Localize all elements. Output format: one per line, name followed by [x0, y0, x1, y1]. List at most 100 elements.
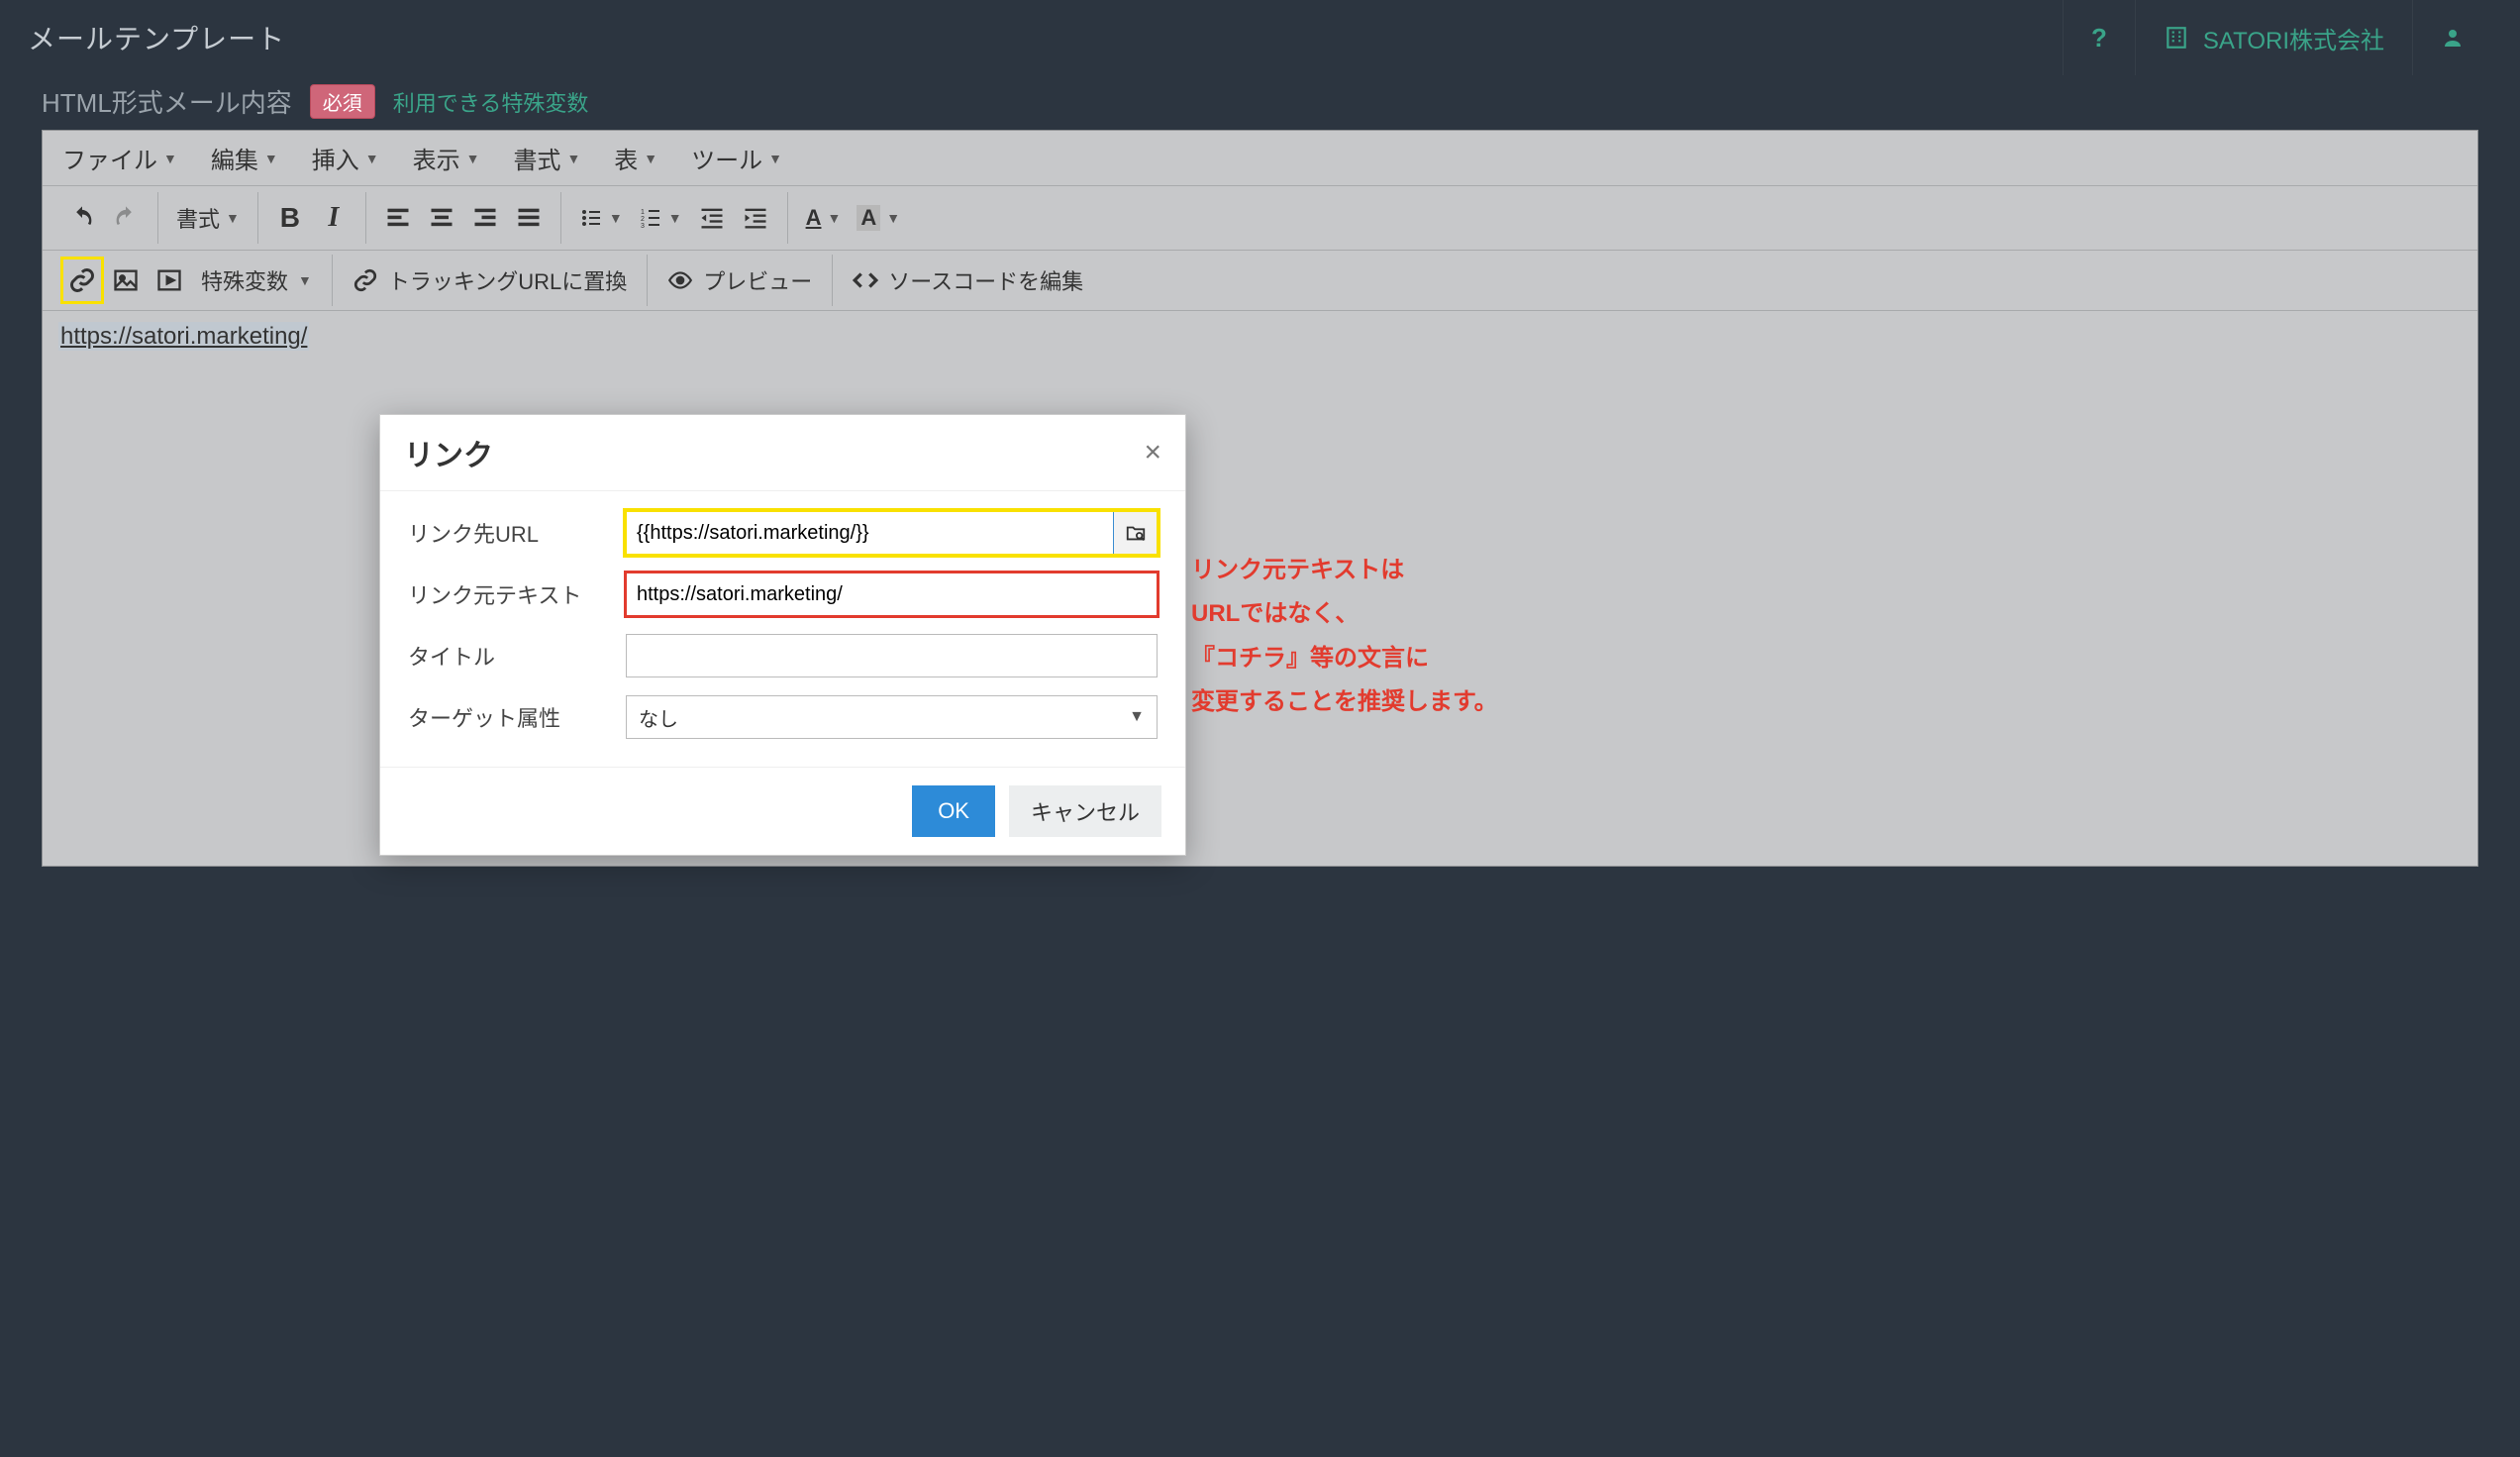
ok-button[interactable]: OK [912, 785, 995, 837]
format-dropdown[interactable]: 書式▼ [168, 196, 248, 240]
text-color-icon: A [806, 205, 822, 231]
title-label: タイトル [408, 640, 626, 672]
align-right-icon [471, 204, 499, 232]
chevron-down-icon: ▼ [1129, 708, 1145, 726]
browse-icon [1125, 522, 1147, 544]
chevron-down-icon: ▼ [644, 151, 657, 166]
menu-table[interactable]: 表▼ [614, 141, 657, 175]
bold-button[interactable]: B [268, 196, 312, 240]
help-button[interactable]: ? [2063, 0, 2135, 75]
insert-media-button[interactable] [148, 257, 191, 304]
indent-button[interactable] [734, 196, 777, 240]
format-dropdown-label: 書式 [176, 202, 220, 234]
link-icon [68, 266, 96, 294]
image-icon [112, 266, 140, 294]
chevron-down-icon: ▼ [264, 151, 278, 166]
editor-toolbar-2: 特殊変数▼ トラッキングURLに置換 プレビュー ソースコードを編集 [43, 251, 2477, 311]
title-input[interactable] [626, 634, 1158, 677]
cancel-button[interactable]: キャンセル [1009, 785, 1161, 837]
media-icon [155, 266, 183, 294]
page-title: メールテンプレート [28, 18, 2063, 57]
menu-insert-label: 挿入 [312, 141, 359, 175]
menu-insert[interactable]: 挿入 ▼ [312, 141, 379, 175]
number-list-button[interactable]: 123▼ [631, 196, 690, 240]
chevron-down-icon: ▼ [609, 210, 623, 226]
chevron-down-icon: ▼ [466, 151, 480, 166]
url-control [626, 511, 1158, 555]
align-left-icon [384, 204, 412, 232]
target-control: なし ▼ [626, 695, 1158, 739]
link-dialog: リンク × リンク先URL リンク元テキスト タイトル [379, 414, 1186, 856]
target-select[interactable]: なし ▼ [626, 695, 1158, 739]
source-code-button[interactable]: ソースコードを編集 [843, 257, 1093, 304]
chevron-down-icon: ▼ [566, 151, 580, 166]
bold-icon: B [280, 202, 300, 234]
text-input[interactable] [626, 572, 1158, 616]
preview-label: プレビュー [703, 264, 812, 296]
html-editor: ファイル▼ 編集▼ 挿入▼ 表示▼ 書式▼ 表▼ ツール▼ 書式▼ B I ▼ … [42, 130, 2478, 867]
annotation-line: リンク元テキストは [1191, 549, 1498, 592]
special-vars-dropdown[interactable]: 特殊変数▼ [191, 257, 322, 304]
menu-file-label: ファイル [62, 141, 157, 175]
outdent-icon [698, 204, 726, 232]
bullet-list-button[interactable]: ▼ [571, 196, 631, 240]
special-vars-link[interactable]: 利用できる特殊変数 [393, 86, 589, 118]
source-code-label: ソースコードを編集 [888, 264, 1083, 296]
text-color-button[interactable]: A ▼ [798, 196, 850, 240]
italic-button[interactable]: I [312, 196, 355, 240]
selected-link[interactable]: https://satori.marketing/ [58, 322, 309, 351]
menu-tools-label: ツール [691, 141, 762, 175]
help-icon: ? [2091, 23, 2107, 53]
editor-menubar: ファイル▼ 編集▼ 挿入▼ 表示▼ 書式▼ 表▼ ツール▼ [43, 131, 2477, 186]
field-url: リンク先URL [408, 511, 1158, 555]
align-justify-button[interactable] [507, 196, 551, 240]
url-input[interactable] [626, 511, 1114, 555]
menu-edit-label: 編集 [211, 141, 258, 175]
user-menu[interactable] [2412, 0, 2492, 75]
dialog-footer: OK キャンセル [380, 767, 1185, 855]
chevron-down-icon: ▼ [365, 151, 379, 166]
menu-file[interactable]: ファイル ▼ [62, 141, 177, 175]
target-value: なし [639, 703, 678, 732]
align-right-button[interactable] [463, 196, 507, 240]
menu-edit[interactable]: 編集 ▼ [211, 141, 278, 175]
field-target: ターゲット属性 なし ▼ [408, 695, 1158, 739]
align-left-button[interactable] [376, 196, 420, 240]
svg-text:2: 2 [641, 216, 645, 223]
dialog-close-button[interactable]: × [1144, 436, 1161, 469]
menu-view[interactable]: 表示▼ [413, 141, 480, 175]
chevron-down-icon: ▼ [163, 151, 177, 166]
italic-icon: I [328, 202, 339, 234]
link-icon [353, 267, 378, 293]
tracking-url-label: トラッキングURLに置換 [388, 264, 627, 296]
tracking-url-button[interactable]: トラッキングURLに置換 [343, 257, 637, 304]
indent-icon [742, 204, 769, 232]
menu-tools[interactable]: ツール▼ [691, 141, 782, 175]
editor-toolbar-1: 書式▼ B I ▼ 123▼ A ▼ A ▼ [43, 186, 2477, 251]
dialog-body: リンク先URL リンク元テキスト タイトル [380, 491, 1185, 767]
align-center-button[interactable] [420, 196, 463, 240]
special-vars-label: 特殊変数 [201, 264, 288, 296]
annotation-line: 変更することを推奨します。 [1191, 680, 1498, 724]
chevron-down-icon: ▼ [827, 210, 841, 226]
insert-image-button[interactable] [104, 257, 148, 304]
align-justify-icon [515, 204, 543, 232]
required-badge: 必須 [310, 84, 375, 119]
user-icon [2441, 26, 2465, 50]
insert-link-button[interactable] [60, 257, 104, 304]
eye-icon [667, 267, 693, 293]
menu-format[interactable]: 書式▼ [513, 141, 580, 175]
bg-color-button[interactable]: A ▼ [849, 196, 908, 240]
browse-button[interactable] [1114, 511, 1158, 555]
section-label: HTML形式メール内容 [42, 83, 292, 120]
text-control [626, 572, 1158, 616]
annotation-line: 『コチラ』等の文言に [1191, 637, 1498, 680]
redo-button[interactable] [104, 196, 148, 240]
preview-button[interactable]: プレビュー [657, 257, 822, 304]
top-bar: メールテンプレート ? SATORI株式会社 [0, 0, 2520, 75]
undo-button[interactable] [60, 196, 104, 240]
outdent-button[interactable] [690, 196, 734, 240]
annotation-text: リンク元テキストは URLではなく、 『コチラ』等の文言に 変更することを推奨し… [1191, 549, 1498, 725]
building-icon [2164, 25, 2189, 51]
company-selector[interactable]: SATORI株式会社 [2135, 0, 2412, 75]
